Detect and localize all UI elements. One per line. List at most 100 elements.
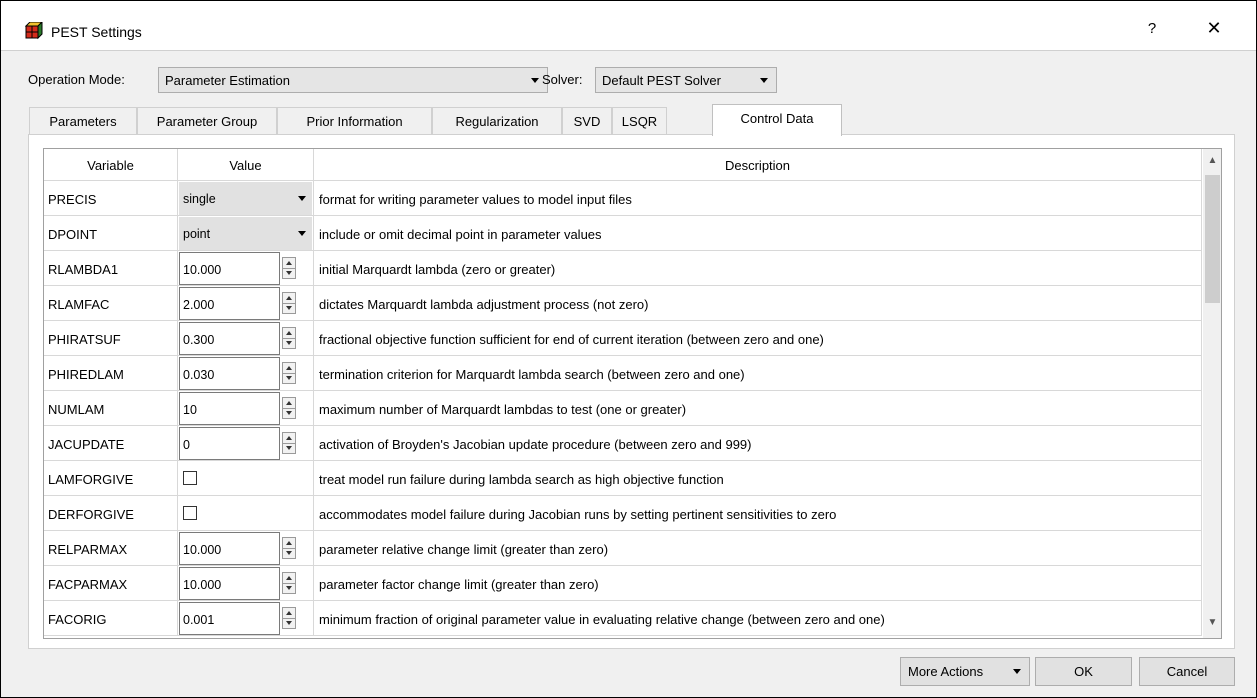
dropdown-value: single: [183, 192, 216, 206]
chevron-down-icon: [531, 78, 539, 83]
value-checkbox[interactable]: [183, 506, 197, 520]
variable-cell: RLAMFAC: [44, 286, 178, 321]
spin-down-icon[interactable]: [286, 306, 292, 310]
spin-up-icon[interactable]: [286, 296, 292, 300]
value-cell: 10.000: [178, 531, 314, 566]
vertical-scrollbar[interactable]: ▲ ▼: [1203, 149, 1221, 638]
value-cell: point: [178, 216, 314, 251]
value-cell: [178, 496, 314, 531]
spin-down-icon[interactable]: [286, 446, 292, 450]
table-row: LAMFORGIVE treat model run failure during…: [44, 461, 1202, 496]
variable-cell: JACUPDATE: [44, 426, 178, 461]
description-cell: initial Marquardt lambda (zero or greate…: [314, 251, 1202, 286]
chevron-down-icon: [298, 196, 306, 201]
title-bar: PEST Settings ? ✕: [1, 1, 1256, 51]
value-checkbox[interactable]: [183, 471, 197, 485]
value-cell: 0.001: [178, 601, 314, 636]
spin-up-icon[interactable]: [286, 576, 292, 580]
spin-down-icon[interactable]: [286, 376, 292, 380]
column-header-variable: Variable: [44, 149, 178, 181]
spin-down-icon[interactable]: [286, 586, 292, 590]
spin-down-icon[interactable]: [286, 551, 292, 555]
spin-up-icon[interactable]: [286, 611, 292, 615]
spin-buttons[interactable]: [282, 432, 296, 454]
operation-mode-label: Operation Mode:: [28, 72, 125, 87]
spin-up-icon[interactable]: [286, 261, 292, 265]
table-row: DERFORGIVE accommodates model failure dur…: [44, 496, 1202, 531]
value-spinbox[interactable]: 10.000: [179, 532, 280, 565]
scroll-up-icon[interactable]: ▲: [1203, 155, 1221, 172]
cancel-button[interactable]: Cancel: [1139, 657, 1235, 686]
spin-buttons[interactable]: [282, 397, 296, 419]
value-spinbox[interactable]: 0: [179, 427, 280, 460]
variable-cell: RELPARMAX: [44, 531, 178, 566]
more-actions-button[interactable]: More Actions: [900, 657, 1030, 686]
spin-buttons[interactable]: [282, 572, 296, 594]
description-cell: parameter relative change limit (greater…: [314, 531, 1202, 566]
value-spinbox[interactable]: 2.000: [179, 287, 280, 320]
description-cell: dictates Marquardt lambda adjustment pro…: [314, 286, 1202, 321]
spin-buttons[interactable]: [282, 327, 296, 349]
table-row: NUMLAM 10 maximum number of Marquardt lamb…: [44, 391, 1202, 426]
spin-down-icon[interactable]: [286, 341, 292, 345]
spin-up-icon[interactable]: [286, 366, 292, 370]
ok-button[interactable]: OK: [1035, 657, 1132, 686]
spin-divider: [283, 268, 295, 269]
spin-divider: [283, 303, 295, 304]
scroll-down-icon[interactable]: ▼: [1203, 617, 1221, 634]
value-dropdown[interactable]: point: [179, 217, 312, 250]
value-spinbox[interactable]: 0.300: [179, 322, 280, 355]
operation-mode-select[interactable]: Parameter Estimation: [158, 67, 548, 93]
spin-down-icon[interactable]: [286, 621, 292, 625]
value-dropdown[interactable]: single: [179, 182, 312, 215]
tab-lsqr[interactable]: LSQR: [612, 107, 667, 135]
scrollbar-thumb[interactable]: [1205, 175, 1220, 303]
variable-cell: DPOINT: [44, 216, 178, 251]
control-data-panel: Variable Value Description PRECIS single f…: [28, 134, 1235, 649]
table-header: Variable Value Description: [44, 149, 1202, 181]
table-row: PHIRATSUF 0.300 fractional objective funct…: [44, 321, 1202, 356]
column-header-value: Value: [178, 149, 314, 181]
description-cell: maximum number of Marquardt lambdas to t…: [314, 391, 1202, 426]
chevron-down-icon: [1013, 669, 1021, 674]
variable-cell: DERFORGIVE: [44, 496, 178, 531]
value-spinbox[interactable]: 10: [179, 392, 280, 425]
spin-up-icon[interactable]: [286, 436, 292, 440]
more-actions-label: More Actions: [908, 664, 984, 679]
tab-parameters[interactable]: Parameters: [29, 107, 137, 135]
spin-divider: [283, 583, 295, 584]
value-cell: 0: [178, 426, 314, 461]
table-row: RLAMBDA1 10.000 initial Marquardt lambda (…: [44, 251, 1202, 286]
table-row: JACUPDATE 0 activation of Broyden's Jacobi…: [44, 426, 1202, 461]
value-cell: 0.300: [178, 321, 314, 356]
tab-svd[interactable]: SVD: [562, 107, 612, 135]
description-cell: minimum fraction of original parameter v…: [314, 601, 1202, 636]
spin-down-icon[interactable]: [286, 411, 292, 415]
tab-regularization[interactable]: Regularization: [432, 107, 562, 135]
spin-buttons[interactable]: [282, 257, 296, 279]
description-cell: include or omit decimal point in paramet…: [314, 216, 1202, 251]
tab-bar: Parameters Parameter Group Prior Informa…: [29, 104, 849, 136]
spin-buttons[interactable]: [282, 537, 296, 559]
close-button[interactable]: ✕: [1201, 18, 1227, 39]
tab-prior-information[interactable]: Prior Information: [277, 107, 432, 135]
spin-down-icon[interactable]: [286, 271, 292, 275]
variable-cell: RLAMBDA1: [44, 251, 178, 286]
variable-cell: PHIREDLAM: [44, 356, 178, 391]
chevron-down-icon: [760, 78, 768, 83]
help-button[interactable]: ?: [1141, 20, 1163, 37]
tab-control-data[interactable]: Control Data: [712, 104, 842, 136]
value-spinbox[interactable]: 10.000: [179, 567, 280, 600]
spin-up-icon[interactable]: [286, 541, 292, 545]
spin-up-icon[interactable]: [286, 331, 292, 335]
spin-buttons[interactable]: [282, 292, 296, 314]
value-spinbox[interactable]: 10.000: [179, 252, 280, 285]
tab-parameter-group[interactable]: Parameter Group: [137, 107, 277, 135]
spin-buttons[interactable]: [282, 362, 296, 384]
spin-up-icon[interactable]: [286, 401, 292, 405]
value-spinbox[interactable]: 0.030: [179, 357, 280, 390]
solver-select[interactable]: Default PEST Solver: [595, 67, 777, 93]
value-spinbox[interactable]: 0.001: [179, 602, 280, 635]
spin-buttons[interactable]: [282, 607, 296, 629]
table-row: RLAMFAC 2.000 dictates Marquardt lambda ad…: [44, 286, 1202, 321]
